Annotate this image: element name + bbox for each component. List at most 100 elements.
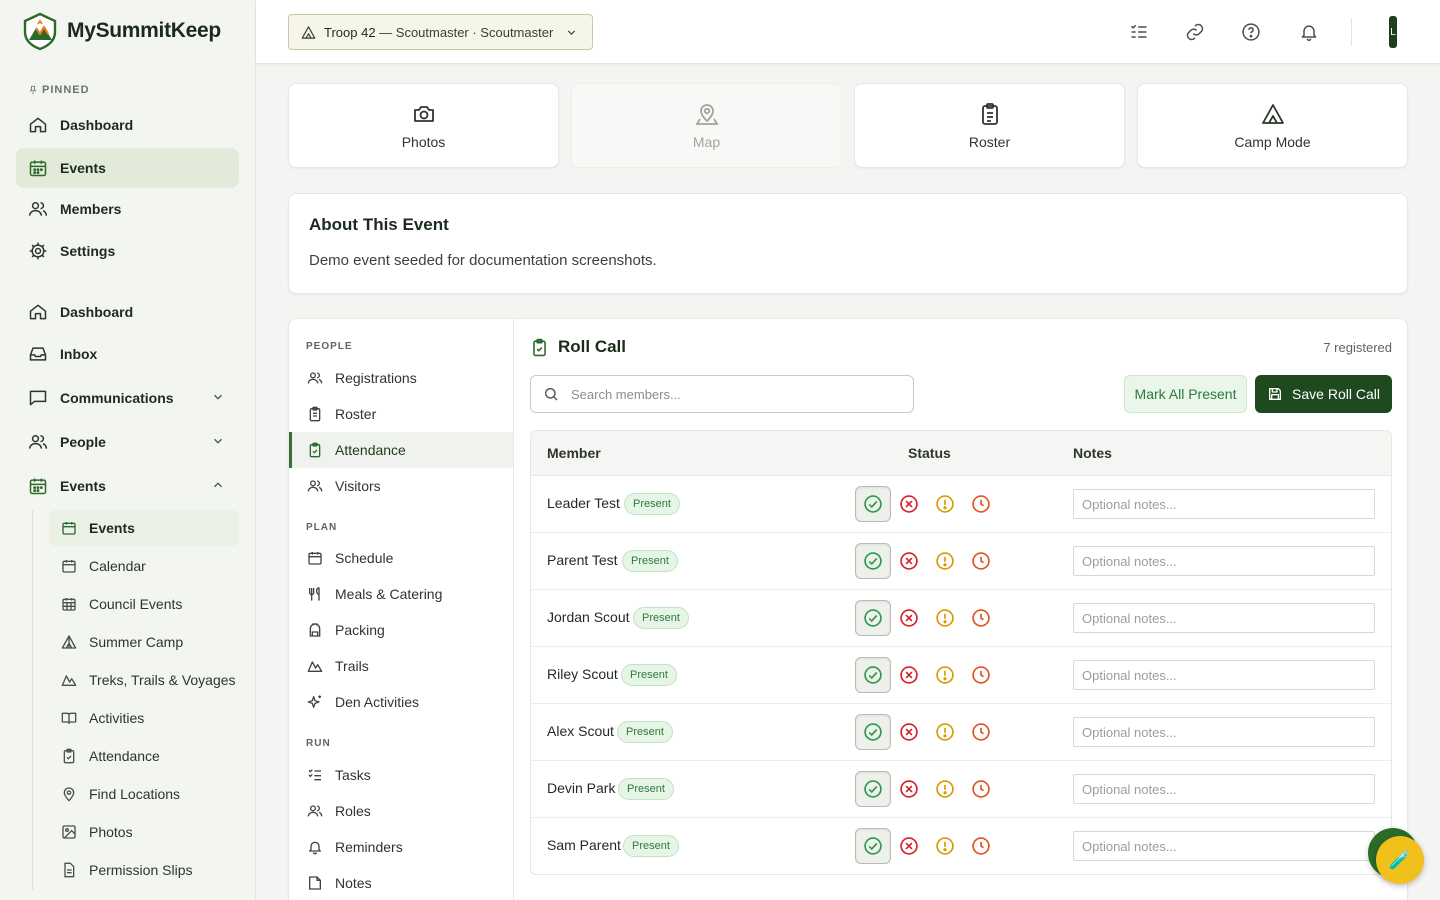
test-tools-fab[interactable]: 🧪: [1376, 836, 1424, 884]
status-excused-button[interactable]: [934, 778, 956, 800]
subnav-item-attendance[interactable]: Attendance: [289, 432, 513, 468]
notes-input[interactable]: [1073, 831, 1375, 861]
submenu-item-photos[interactable]: Photos: [49, 814, 239, 850]
status-late-button[interactable]: [970, 835, 992, 857]
submenu-item-activities[interactable]: Activities: [49, 700, 239, 736]
column-member: Member: [547, 445, 601, 461]
nav-item-events[interactable]: Events: [16, 466, 239, 506]
notifications-button[interactable]: [1297, 20, 1321, 44]
clipboard-check-icon: [63, 748, 75, 764]
troop-selector[interactable]: Troop 42 — Scoutmaster · Scoutmaster: [288, 14, 593, 50]
subnav-item-packing[interactable]: Packing: [289, 612, 513, 648]
avatar[interactable]: L: [1389, 16, 1397, 48]
map-pin-icon: [694, 103, 719, 125]
pinned-item-settings[interactable]: Settings: [16, 231, 239, 271]
status-excused-button[interactable]: [934, 664, 956, 686]
link-button[interactable]: [1183, 20, 1207, 44]
clock-icon: [971, 608, 991, 628]
pinned-item-dashboard[interactable]: Dashboard: [16, 105, 239, 145]
status-present-button[interactable]: [855, 714, 891, 750]
status-late-button[interactable]: [970, 550, 992, 572]
subnav-item-tasks[interactable]: Tasks: [289, 757, 513, 793]
status-absent-button[interactable]: [898, 721, 920, 743]
tile-roster[interactable]: Roster: [854, 83, 1125, 168]
tile-camp-mode[interactable]: Camp Mode: [1137, 83, 1408, 168]
subnav-item-trails[interactable]: Trails: [289, 648, 513, 684]
alert-circle-icon: [935, 494, 955, 514]
pinned-item-events[interactable]: Events: [16, 148, 239, 188]
topbar-divider: [1351, 18, 1352, 46]
status-absent-button[interactable]: [898, 664, 920, 686]
nav-item-communications[interactable]: Communications: [16, 378, 239, 418]
clock-icon: [971, 665, 991, 685]
status-absent-button[interactable]: [898, 493, 920, 515]
submenu-item-events[interactable]: Events: [49, 510, 239, 546]
subnav-item-notes[interactable]: Notes: [289, 865, 513, 900]
status-excused-button[interactable]: [934, 607, 956, 629]
notes-input[interactable]: [1073, 546, 1375, 576]
nav-item-people[interactable]: People: [16, 422, 239, 462]
tile-photos[interactable]: Photos: [288, 83, 559, 168]
notes-input[interactable]: [1073, 489, 1375, 519]
subnav-item-registrations[interactable]: Registrations: [289, 360, 513, 396]
tile-map: Map: [571, 83, 842, 168]
status-late-button[interactable]: [970, 721, 992, 743]
status-present-button[interactable]: [855, 543, 891, 579]
submenu-item-find-locations[interactable]: Find Locations: [49, 776, 239, 812]
submenu-item-attendance[interactable]: Attendance: [49, 738, 239, 774]
nav-item-inbox[interactable]: Inbox: [16, 334, 239, 374]
pinned-item-members[interactable]: Members: [16, 189, 239, 229]
submenu-item-calendar[interactable]: Calendar: [49, 548, 239, 584]
checklist-button[interactable]: [1127, 20, 1151, 44]
mark-all-present-button[interactable]: Mark All Present: [1124, 375, 1247, 413]
status-late-button[interactable]: [970, 664, 992, 686]
notes-input[interactable]: [1073, 660, 1375, 690]
notes-input[interactable]: [1073, 603, 1375, 633]
registered-count: 7 registered: [1323, 340, 1392, 355]
status-present-button[interactable]: [855, 828, 891, 864]
subnav-item-roles[interactable]: Roles: [289, 793, 513, 829]
brand[interactable]: MySummitKeep: [22, 12, 221, 50]
alert-circle-icon: [935, 665, 955, 685]
subnav-item-reminders[interactable]: Reminders: [289, 829, 513, 865]
submenu-item-summer-camp[interactable]: Summer Camp: [49, 624, 239, 660]
status-late-button[interactable]: [970, 607, 992, 629]
member-name: Parent Test: [547, 552, 618, 568]
member-name: Alex Scout: [547, 723, 614, 739]
subnav-item-visitors[interactable]: Visitors: [289, 468, 513, 504]
status-present-button[interactable]: [855, 600, 891, 636]
status-excused-button[interactable]: [934, 721, 956, 743]
status-excused-button[interactable]: [934, 550, 956, 572]
clipboard-check-icon: [533, 338, 546, 356]
subnav-item-meals[interactable]: Meals & Catering: [289, 576, 513, 612]
subnav-item-den-activities[interactable]: Den Activities: [289, 684, 513, 720]
nav-item-dashboard[interactable]: Dashboard: [16, 292, 239, 332]
subnav-section-plan: PLAN: [306, 522, 338, 533]
calendar-icon: [62, 522, 76, 535]
subnav-item-roster[interactable]: Roster: [289, 396, 513, 432]
status-present-button[interactable]: [855, 771, 891, 807]
column-notes: Notes: [1073, 445, 1112, 461]
x-circle-icon: [899, 779, 919, 799]
subnav-item-schedule[interactable]: Schedule: [289, 540, 513, 576]
submenu-item-treks[interactable]: Treks, Trails & Voyages: [49, 662, 239, 698]
notes-input[interactable]: [1073, 717, 1375, 747]
submenu-item-permission-slips[interactable]: Permission Slips: [49, 852, 239, 888]
status-late-button[interactable]: [970, 778, 992, 800]
status-present-button[interactable]: [855, 486, 891, 522]
status-excused-button[interactable]: [934, 835, 956, 857]
member-search[interactable]: [530, 375, 914, 413]
status-absent-button[interactable]: [898, 607, 920, 629]
clipboard-icon: [981, 102, 998, 125]
notes-input[interactable]: [1073, 774, 1375, 804]
status-present-button[interactable]: [855, 657, 891, 693]
search-input[interactable]: [571, 386, 891, 402]
status-absent-button[interactable]: [898, 778, 920, 800]
status-late-button[interactable]: [970, 493, 992, 515]
status-absent-button[interactable]: [898, 835, 920, 857]
submenu-item-council-events[interactable]: Council Events: [49, 586, 239, 622]
save-roll-call-button[interactable]: Save Roll Call: [1255, 375, 1392, 413]
help-button[interactable]: [1239, 20, 1263, 44]
status-absent-button[interactable]: [898, 550, 920, 572]
status-excused-button[interactable]: [934, 493, 956, 515]
